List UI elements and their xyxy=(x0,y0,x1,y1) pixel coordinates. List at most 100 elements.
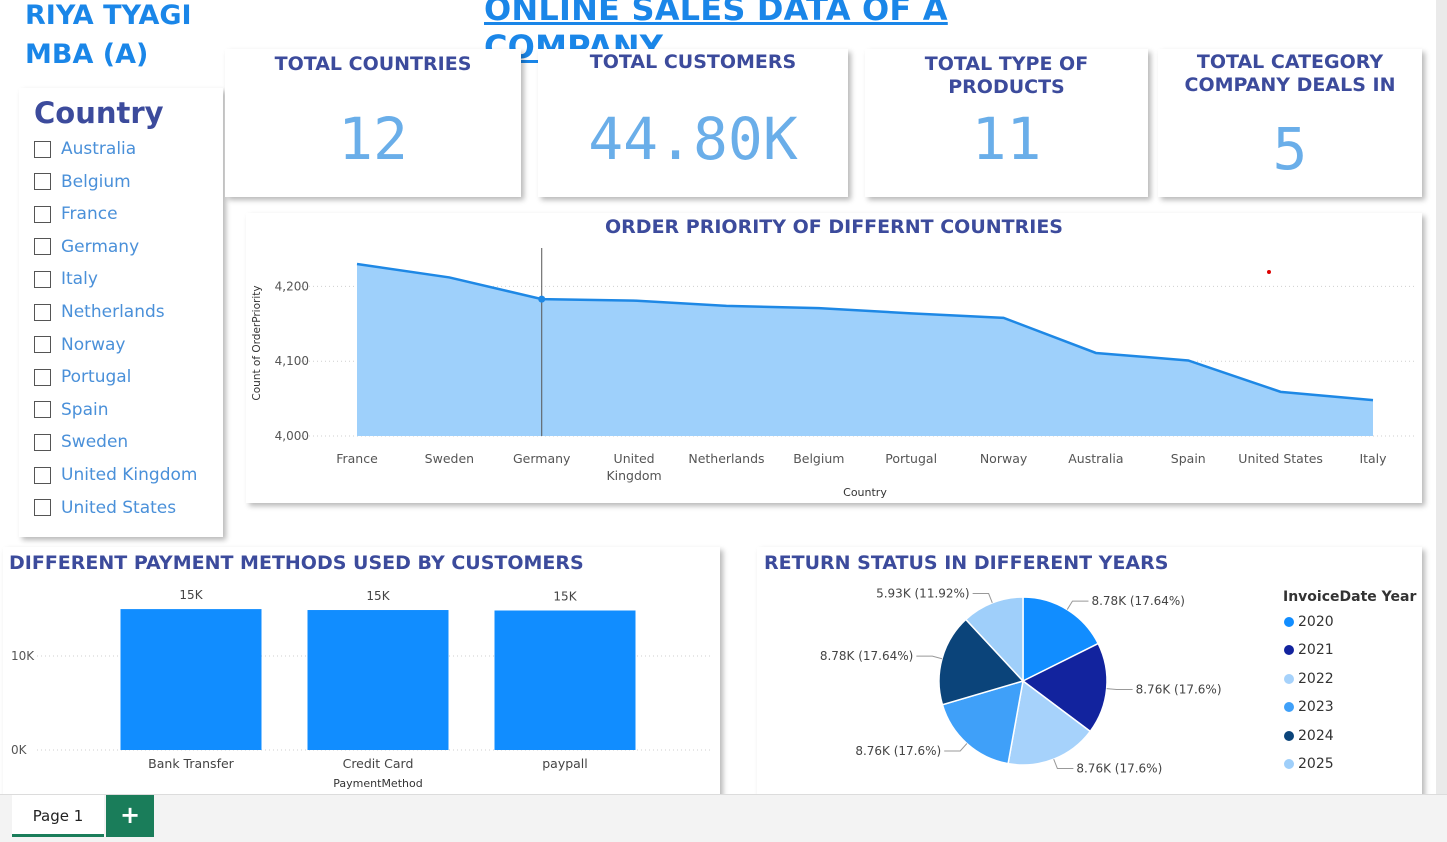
slicer-item-united-states[interactable]: United States xyxy=(34,496,176,520)
y-tick-label: 4,200 xyxy=(275,279,309,293)
checkbox-icon[interactable] xyxy=(34,205,51,223)
kpi-value: 12 xyxy=(338,105,408,173)
slicer-item-belgium[interactable]: Belgium xyxy=(34,170,131,194)
checkbox-icon[interactable] xyxy=(34,499,51,517)
kpi-card-countries: TOTAL COUNTRIES 12 xyxy=(225,49,521,197)
x-tick-label: Australia xyxy=(1068,451,1123,466)
legend-item-2022[interactable]: 2022 xyxy=(1284,669,1334,689)
report-canvas: RIYA TYAGI MBA (A) ONLINE SALES DATA OF … xyxy=(0,0,1447,842)
slicer-item-portugal[interactable]: Portugal xyxy=(34,365,131,389)
checkbox-icon[interactable] xyxy=(34,303,51,321)
x-tick-label: France xyxy=(336,451,378,466)
x-tick-label: Credit Card xyxy=(343,756,414,771)
legend-label: 2025 xyxy=(1298,756,1334,772)
x-tick-line: Norway xyxy=(980,451,1028,466)
tab-page-1[interactable]: Page 1 xyxy=(12,795,104,837)
x-tick-label: Italy xyxy=(1359,451,1387,466)
x-tick-line: Germany xyxy=(513,451,571,466)
x-tick-line: Italy xyxy=(1359,451,1387,466)
slicer-item-united-kingdom[interactable]: United Kingdom xyxy=(34,463,197,487)
slicer-item-label: Spain xyxy=(61,399,109,420)
leader-line xyxy=(1053,759,1074,769)
kpi-title: TOTAL COUNTRIES xyxy=(274,53,472,75)
checkbox-icon[interactable] xyxy=(34,433,51,451)
legend-dot-icon xyxy=(1284,759,1294,769)
legend-dot-icon xyxy=(1284,673,1294,684)
slicer-item-label: Portugal xyxy=(61,367,132,388)
checkbox-icon[interactable] xyxy=(34,336,51,354)
author-block: RIYA TYAGI MBA (A) xyxy=(25,0,192,74)
slicer-item-netherlands[interactable]: Netherlands xyxy=(34,300,165,324)
kpi-card-customers: TOTAL CUSTOMERS 44.80K xyxy=(538,49,848,197)
order-priority-visual[interactable]: ORDER PRIORITY OF DIFFERNT COUNTRIES 4,0… xyxy=(246,213,1422,503)
x-tick-line: Sweden xyxy=(425,451,474,466)
legend-label: 2020 xyxy=(1298,614,1334,630)
x-tick-label: Sweden xyxy=(425,451,474,466)
legend-item-2024[interactable]: 2024 xyxy=(1284,726,1334,746)
bar xyxy=(307,610,449,750)
kpi-title: TOTAL CATEGORY COMPANY DEALS IN xyxy=(1184,51,1396,96)
checkbox-icon[interactable] xyxy=(34,173,51,191)
y-tick-label: 10K xyxy=(11,649,35,663)
legend-title: InvoiceDate Year xyxy=(1283,589,1417,605)
leader-line xyxy=(1106,688,1133,691)
bar xyxy=(120,609,262,750)
slicer-item-france[interactable]: France xyxy=(34,202,118,226)
slicer-item-label: Sweden xyxy=(61,432,129,453)
slicer-item-australia[interactable]: Australia xyxy=(34,137,136,161)
pie-data-label: 5.93K (11.92%) xyxy=(876,587,970,601)
checkbox-icon[interactable] xyxy=(34,466,51,484)
y-tick-label: 0K xyxy=(11,743,28,757)
bar-chart: 0K 10K 15K Bank Transfer 15K Credit Card 15K pa… xyxy=(11,588,713,790)
marker-dot xyxy=(1267,270,1271,274)
checkbox-icon[interactable] xyxy=(34,238,51,256)
author-name: RIYA TYAGI xyxy=(25,0,192,31)
leader-line xyxy=(1066,600,1089,610)
legend-item-2021[interactable]: 2021 xyxy=(1284,640,1334,660)
kpi-value: 5 xyxy=(1272,115,1308,183)
x-tick-line: Australia xyxy=(1068,451,1123,466)
scroll-strip xyxy=(1436,0,1447,796)
slicer-item-sweden[interactable]: Sweden xyxy=(34,430,128,454)
kpi-title: TOTAL CUSTOMERS xyxy=(589,51,797,73)
area-chart: 4,000 4,100 4,200 France Sweden Germany United… xyxy=(251,248,1414,499)
checkbox-icon[interactable] xyxy=(34,401,51,419)
y-axis-title: Count of OrderPriority xyxy=(251,285,263,400)
payment-methods-visual[interactable]: DIFFERENT PAYMENT METHODS USED BY CUSTOM… xyxy=(3,547,720,797)
legend-dot-icon xyxy=(1284,730,1294,741)
leader-line xyxy=(972,593,993,603)
data-point xyxy=(538,295,546,303)
x-tick-label: United Kingdom xyxy=(606,451,661,483)
slicer-item-germany[interactable]: Germany xyxy=(34,235,139,259)
slicer-item-label: United States xyxy=(61,497,177,518)
checkbox-icon[interactable] xyxy=(34,368,51,386)
slicer-item-label: Germany xyxy=(61,236,140,257)
checkbox-icon[interactable] xyxy=(34,140,51,158)
x-tick-label: Portugal xyxy=(885,451,937,466)
area-fill xyxy=(357,263,1373,436)
x-tick-line: Portugal xyxy=(885,451,937,466)
bar-data-label: 15K xyxy=(553,590,577,604)
slicer-item-norway[interactable]: Norway xyxy=(34,333,126,357)
slicer-item-italy[interactable]: Italy xyxy=(34,267,98,291)
checkbox-icon[interactable] xyxy=(34,270,51,288)
legend-dot-icon xyxy=(1284,617,1294,627)
x-tick-line: Kingdom xyxy=(606,468,661,483)
x-tick-line: United States xyxy=(1238,451,1323,466)
pie-data-label: 8.76K (17.6%) xyxy=(1076,761,1162,775)
y-tick-label: 4,100 xyxy=(275,354,309,368)
legend-item-2025[interactable]: 2025 xyxy=(1284,754,1334,774)
slicer-item-spain[interactable]: Spain xyxy=(34,398,109,422)
y-tick-label: 4,000 xyxy=(275,429,309,443)
slicer-item-label: Italy xyxy=(61,269,98,290)
add-page-button[interactable]: + xyxy=(106,795,154,837)
pie-data-label: 8.76K (17.6%) xyxy=(855,744,941,758)
leader-line xyxy=(916,655,943,660)
leader-line xyxy=(944,743,968,752)
legend-item-2023[interactable]: 2023 xyxy=(1284,697,1334,717)
author-program: MBA (A) xyxy=(25,39,149,70)
bar-data-label: 15K xyxy=(366,589,390,603)
x-tick-label: Spain xyxy=(1171,451,1206,466)
kpi-card-products: TOTAL TYPE OF PRODUCTS 11 xyxy=(865,49,1148,197)
legend-item-2020[interactable]: 2020 xyxy=(1284,612,1334,632)
